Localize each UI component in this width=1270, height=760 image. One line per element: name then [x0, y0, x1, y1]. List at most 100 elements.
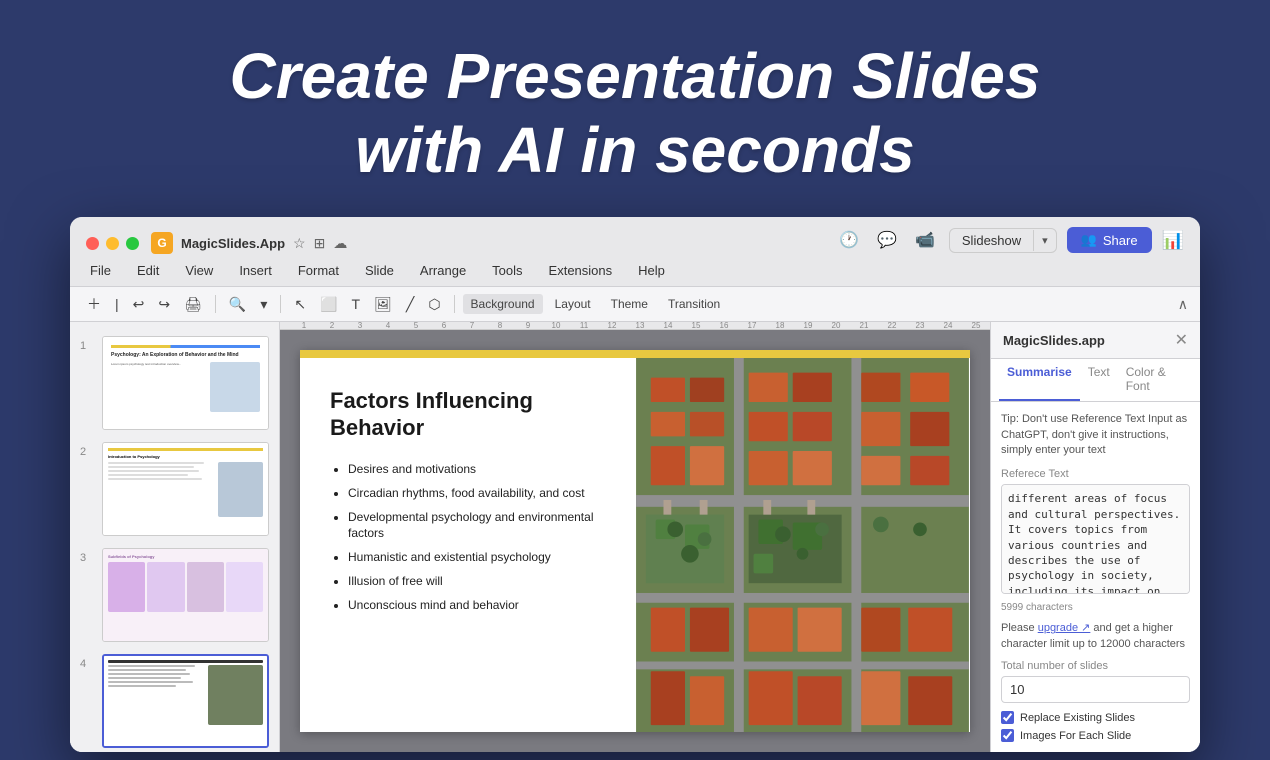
- menu-file[interactable]: File: [86, 261, 115, 280]
- redo-button[interactable]: ↪: [153, 293, 175, 316]
- slide4-bullets-preview: [108, 665, 205, 725]
- menu-arrange[interactable]: Arrange: [416, 261, 470, 280]
- analytics-icon[interactable]: 📊: [1162, 230, 1184, 251]
- cloud-icon[interactable]: ☁: [333, 235, 347, 252]
- slide-canvas[interactable]: Factors Influencing Behavior Desires and…: [300, 350, 970, 732]
- slide-canvas-wrap: Factors Influencing Behavior Desires and…: [280, 330, 990, 752]
- slide-gold-bar: [300, 350, 970, 358]
- ruler-mark: 14: [654, 322, 682, 330]
- zoom-dropdown[interactable]: ▾: [255, 293, 272, 316]
- upgrade-link[interactable]: upgrade ↗: [1038, 622, 1091, 634]
- menu-help[interactable]: Help: [634, 261, 669, 280]
- ruler-mark: 21: [850, 322, 878, 330]
- menu-tools[interactable]: Tools: [488, 261, 526, 280]
- slide1-text-preview: Lorem ipsum psychology text introduction…: [111, 362, 206, 412]
- slide-item-2[interactable]: 2 Introduction to Psychology: [70, 436, 279, 542]
- minimize-button[interactable]: [106, 237, 119, 250]
- menu-extensions[interactable]: Extensions: [545, 261, 617, 280]
- star-icon[interactable]: ☆: [293, 235, 306, 252]
- ruler-mark: 1: [290, 322, 318, 330]
- hero-section: Create Presentation Slides with AI in se…: [0, 0, 1270, 217]
- slide3-col3: [187, 562, 224, 612]
- close-button[interactable]: [86, 237, 99, 250]
- ruler-mark: 3: [346, 322, 374, 330]
- theme-button[interactable]: Theme: [603, 294, 656, 314]
- video-icon[interactable]: 📹: [911, 228, 939, 252]
- shape-button[interactable]: ⬜: [315, 293, 342, 316]
- shapes-button[interactable]: ⬡: [423, 293, 445, 316]
- cursor-button[interactable]: ↖: [289, 293, 311, 316]
- slide2-title-preview: Introduction to Psychology: [108, 454, 263, 459]
- slide-thumb-1[interactable]: Psychology: An Exploration of Behavior a…: [102, 336, 269, 430]
- slide3-col2: [147, 562, 184, 612]
- slide3-title-preview: Subfields of Psychology: [108, 554, 263, 559]
- images-slides-row: Images For Each Slide: [1001, 729, 1190, 742]
- background-button[interactable]: Background: [463, 294, 543, 314]
- slides-number-label: Total number of slides: [1001, 660, 1190, 672]
- slide-thumb-3[interactable]: Subfields of Psychology: [102, 548, 269, 642]
- slide-right: [635, 358, 970, 732]
- ruler-horizontal: 1 2 3 4 5 6 7 8 9 10 11 12 13 14 15 16 1…: [280, 322, 990, 330]
- slide-item-3[interactable]: 3 Subfields of Psychology: [70, 542, 279, 648]
- slide-thumb-2[interactable]: Introduction to Psychology: [102, 442, 269, 536]
- replace-slides-row: Replace Existing Slides: [1001, 711, 1190, 724]
- print-button[interactable]: 🖨: [179, 293, 207, 316]
- text-button[interactable]: T: [347, 293, 366, 315]
- ruler-mark: 19: [794, 322, 822, 330]
- ruler-mark: 4: [374, 322, 402, 330]
- app-name: MagicSlides.App: [181, 236, 285, 251]
- magic-panel-close-button[interactable]: ✕: [1175, 330, 1188, 350]
- ruler-mark: 7: [458, 322, 486, 330]
- ruler-mark: 13: [626, 322, 654, 330]
- slide3-col4: [226, 562, 263, 612]
- line-button[interactable]: ╱: [401, 293, 419, 316]
- slides-number-input[interactable]: [1001, 676, 1190, 703]
- main-content: 1 Psychology: An Exploration of Behavior…: [70, 322, 1200, 752]
- ruler-mark: 5: [402, 322, 430, 330]
- slideshow-button[interactable]: Slideshow ▾: [949, 228, 1057, 253]
- ruler-mark: 8: [486, 322, 514, 330]
- menu-edit[interactable]: Edit: [133, 261, 163, 280]
- reference-textarea[interactable]: different areas of focus and cultural pe…: [1001, 484, 1190, 594]
- undo-button[interactable]: ↩: [128, 293, 150, 316]
- replace-slides-checkbox[interactable]: [1001, 711, 1014, 724]
- menu-format[interactable]: Format: [294, 261, 343, 280]
- slide-thumb-4[interactable]: [102, 654, 269, 748]
- slides-icon[interactable]: ⊞: [314, 235, 326, 252]
- layout-button[interactable]: Layout: [547, 294, 599, 314]
- tab-text[interactable]: Text: [1080, 359, 1118, 401]
- slide-panel: 1 Psychology: An Exploration of Behavior…: [70, 322, 280, 752]
- share-icon: 👥: [1081, 232, 1097, 248]
- hero-title: Create Presentation Slides with AI in se…: [0, 40, 1270, 187]
- transition-button[interactable]: Transition: [660, 294, 728, 314]
- history-icon[interactable]: 🕐: [835, 228, 863, 252]
- tab-color-font[interactable]: Color & Font: [1118, 359, 1192, 401]
- ruler-mark: 24: [934, 322, 962, 330]
- toolbar-chevron[interactable]: ∧: [1178, 296, 1188, 313]
- share-button[interactable]: 👥 Share: [1067, 227, 1152, 253]
- add-button[interactable]: ＋: [82, 291, 106, 317]
- image-button[interactable]: 🖼: [369, 293, 397, 316]
- ruler-mark: 18: [766, 322, 794, 330]
- slideshow-label[interactable]: Slideshow: [950, 229, 1033, 252]
- tab-summarise[interactable]: Summarise: [999, 359, 1080, 401]
- ruler-mark: 10: [542, 322, 570, 330]
- slide-number-2: 2: [80, 446, 94, 458]
- ruler-mark: 17: [738, 322, 766, 330]
- slide-item-1[interactable]: 1 Psychology: An Exploration of Behavior…: [70, 330, 279, 436]
- slideshow-caret[interactable]: ▾: [1033, 230, 1056, 251]
- upgrade-text: Please upgrade ↗ and get a higher charac…: [1001, 621, 1190, 652]
- comments-icon[interactable]: 💬: [873, 228, 901, 252]
- zoom-button[interactable]: 🔍: [224, 293, 251, 316]
- ruler-mark: 15: [682, 322, 710, 330]
- ruler-mark: 23: [906, 322, 934, 330]
- ruler-mark: 22: [878, 322, 906, 330]
- menu-slide[interactable]: Slide: [361, 261, 398, 280]
- maximize-button[interactable]: [126, 237, 139, 250]
- slide-item-4[interactable]: 4: [70, 648, 279, 752]
- menu-insert[interactable]: Insert: [235, 261, 276, 280]
- images-slides-checkbox[interactable]: [1001, 729, 1014, 742]
- menu-view[interactable]: View: [181, 261, 217, 280]
- magic-panel-title: MagicSlides.app: [1003, 333, 1105, 348]
- toolbar-separator-2: [280, 295, 281, 313]
